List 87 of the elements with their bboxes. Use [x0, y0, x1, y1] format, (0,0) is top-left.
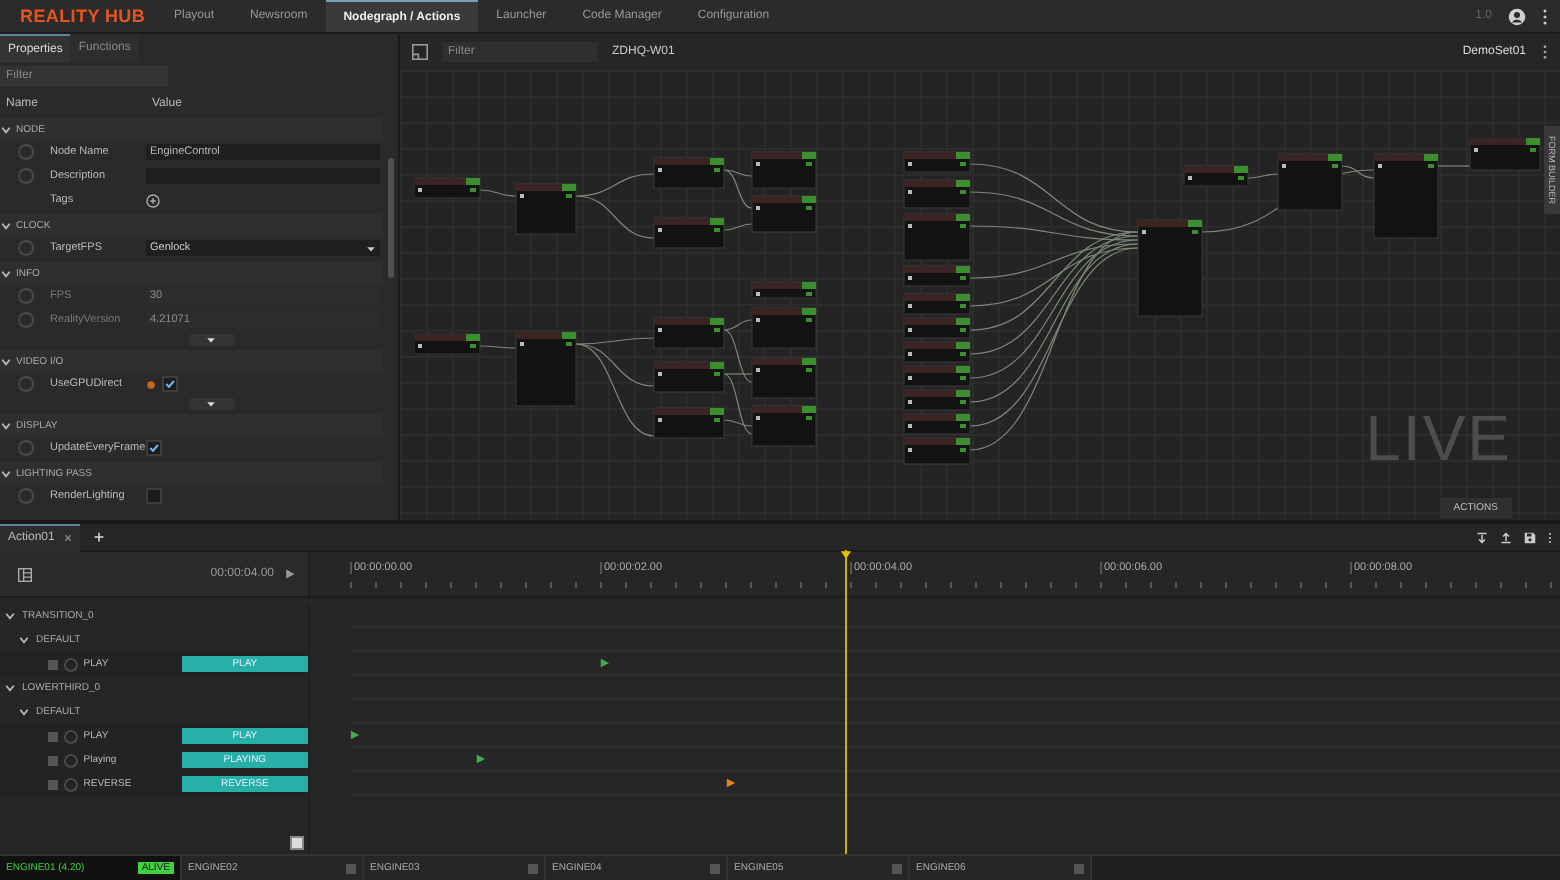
checkbox[interactable]	[48, 779, 58, 789]
graph-node[interactable]	[1373, 153, 1439, 239]
caret-icon	[206, 400, 216, 408]
graph-node[interactable]	[903, 389, 971, 411]
checkbox[interactable]	[162, 376, 178, 392]
graph-node[interactable]	[903, 341, 971, 363]
graph-node[interactable]	[903, 293, 971, 315]
graph-node[interactable]	[1277, 153, 1343, 211]
caret-icon	[366, 243, 376, 253]
stop-icon[interactable]	[290, 836, 304, 850]
keyframe-marker[interactable]	[600, 658, 611, 668]
connector-wire	[1437, 165, 1471, 167]
pin-toggle[interactable]	[18, 440, 34, 456]
pin-toggle[interactable]	[18, 240, 34, 256]
app-logo: REALITY HUB	[20, 6, 148, 26]
graph-node[interactable]	[751, 151, 817, 189]
layout-icon[interactable]	[18, 567, 32, 581]
graph-node[interactable]	[653, 361, 725, 393]
checkbox[interactable]	[346, 863, 356, 873]
scrollbar[interactable]	[388, 158, 394, 278]
graph-node[interactable]	[414, 177, 481, 199]
graph-node[interactable]	[903, 437, 971, 465]
keyframe-marker[interactable]	[350, 730, 360, 740]
graph-node[interactable]	[751, 281, 817, 299]
graph-node[interactable]	[653, 407, 725, 439]
playhead[interactable]	[840, 550, 853, 854]
chevron-icon	[0, 355, 12, 367]
close-icon[interactable]	[64, 534, 73, 542]
graph-node[interactable]	[1183, 165, 1249, 187]
chevron-icon	[0, 467, 12, 479]
checkbox[interactable]	[48, 755, 58, 765]
chevron-icon	[0, 123, 12, 135]
more-menu-icon[interactable]	[1542, 44, 1548, 60]
chevron-icon	[0, 219, 12, 231]
graph-node[interactable]	[903, 365, 971, 387]
user-avatar-icon[interactable]	[1508, 7, 1526, 25]
graph-node[interactable]	[1469, 138, 1541, 171]
chevron-icon[interactable]	[4, 610, 16, 622]
graph-node[interactable]	[903, 151, 971, 173]
add-icon[interactable]	[146, 193, 160, 207]
chevron-icon	[0, 419, 12, 431]
chevron-icon[interactable]	[4, 682, 16, 694]
download-icon[interactable]	[1476, 531, 1488, 543]
graph-node[interactable]	[751, 307, 817, 349]
keyframe-marker[interactable]	[475, 754, 486, 764]
graph-node[interactable]	[903, 213, 971, 261]
graph-node[interactable]	[903, 317, 971, 339]
chevron-icon[interactable]	[18, 634, 30, 646]
keyframe-marker[interactable]	[725, 778, 736, 788]
connector-wire	[479, 189, 517, 197]
graph-node[interactable]	[1137, 219, 1203, 317]
graph-node[interactable]	[653, 317, 725, 349]
checkbox[interactable]	[146, 488, 162, 504]
graph-node[interactable]	[903, 265, 971, 287]
more-menu-icon[interactable]	[1542, 7, 1548, 25]
graph-node[interactable]	[751, 195, 817, 233]
save-icon[interactable]	[1524, 531, 1536, 543]
checkbox[interactable]	[146, 440, 162, 456]
checkbox[interactable]	[48, 731, 58, 741]
playhead-handle-icon[interactable]	[840, 550, 853, 560]
record-toggle[interactable]	[63, 657, 78, 671]
chevron-icon[interactable]	[18, 706, 30, 718]
chevron-icon	[0, 267, 12, 279]
caret-icon	[206, 336, 216, 344]
graph-node[interactable]	[653, 157, 725, 189]
graph-node[interactable]	[515, 183, 577, 235]
pin-toggle[interactable]	[18, 488, 34, 504]
expand-button[interactable]	[189, 398, 233, 410]
pin-toggle[interactable]	[18, 376, 34, 392]
graph-node[interactable]	[903, 179, 971, 209]
upload-icon[interactable]	[1500, 531, 1512, 543]
play-icon[interactable]	[284, 568, 296, 580]
minimap-icon[interactable]	[412, 44, 428, 60]
checkbox[interactable]	[48, 659, 58, 669]
connector-wire	[723, 223, 753, 231]
checkbox[interactable]	[528, 863, 538, 873]
graph-node[interactable]	[414, 333, 481, 355]
graph-node[interactable]	[515, 331, 577, 407]
expand-button[interactable]	[189, 334, 233, 346]
graph-node[interactable]	[903, 413, 971, 435]
connector-wire	[479, 345, 517, 349]
checkbox[interactable]	[710, 863, 720, 873]
graph-node[interactable]	[751, 357, 817, 399]
checkbox[interactable]	[1074, 863, 1084, 873]
graph-node[interactable]	[653, 217, 725, 249]
graph-node[interactable]	[751, 405, 817, 447]
checkbox[interactable]	[892, 863, 902, 873]
